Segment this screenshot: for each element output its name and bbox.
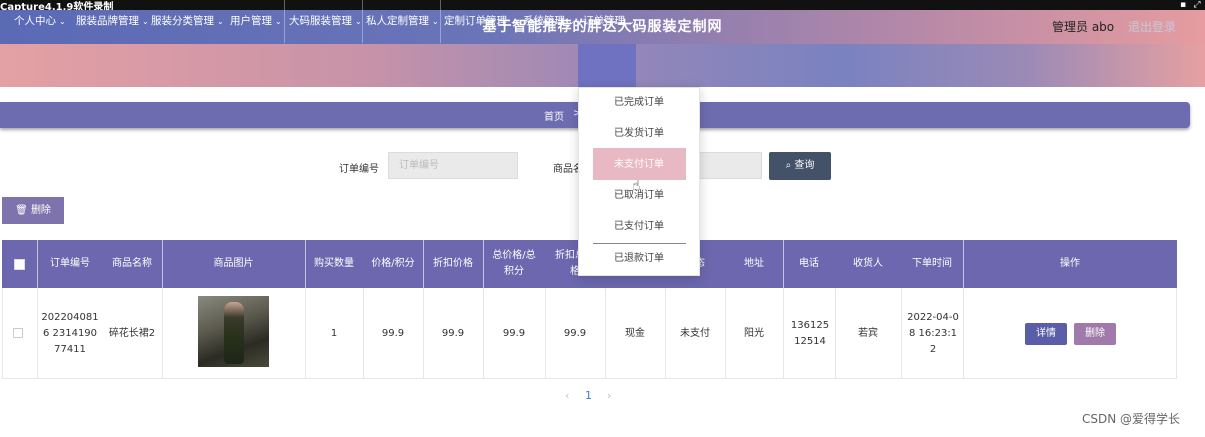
column-divider (423, 240, 424, 288)
nav-label: 个人中心 (14, 15, 56, 27)
menu-item-paid-orders[interactable]: 已支付订单 (579, 214, 699, 240)
chevron-down-icon: ⌄ (59, 17, 66, 26)
detail-button[interactable]: 详情 (1025, 323, 1067, 345)
menu-item-completed-orders[interactable]: 已完成订单 (579, 90, 699, 116)
menu-divider (593, 243, 686, 244)
next-page-button[interactable]: › (607, 389, 611, 402)
nav-user-mgmt[interactable]: 用户管理 ⌄ (230, 0, 282, 43)
column-header[interactable]: 商品名称 (102, 240, 162, 288)
cell-order-time: 2022-04-08 16:23:12 (907, 311, 959, 355)
cell-total: 99.9 (502, 327, 526, 339)
column-divider (305, 240, 306, 288)
cell-divider (901, 288, 902, 379)
nav-system-mgmt[interactable]: 系统管理 ⌄ (523, 0, 575, 43)
cell-phone: 13612512514 (790, 319, 830, 347)
column-header[interactable]: 收货人 (835, 240, 901, 288)
column-divider (963, 240, 964, 288)
column-header[interactable]: 下单时间 (901, 240, 963, 288)
nav-divider (440, 0, 441, 43)
nav-divider (284, 0, 285, 43)
order-no-label: 订单编号 (339, 164, 379, 175)
expand-icon[interactable]: ⤢ (1192, 0, 1202, 10)
page-number[interactable]: 1 (585, 389, 592, 402)
nav-order-mgmt[interactable]: 订单管理 ⌄ (583, 0, 635, 43)
bulk-delete-button[interactable]: 🗑 删除 (2, 197, 64, 224)
column-header[interactable]: 折扣价格 (423, 240, 483, 288)
chevron-down-icon: ⌄ (217, 17, 224, 26)
nav-label: 用户管理 (230, 15, 272, 27)
nav-divider (362, 0, 363, 43)
search-button-label: 查询 (794, 160, 815, 171)
nav-plus-size-mgmt[interactable]: 大码服装管理 ⌄ (289, 0, 362, 43)
user-label: 管理员 abo (1052, 20, 1115, 34)
column-divider (783, 240, 784, 288)
nav-label: 大码服装管理 (289, 15, 352, 27)
cell-divider (963, 288, 964, 379)
menu-item-shipped-orders[interactable]: 已发货订单 (579, 121, 699, 147)
column-header[interactable]: 订单编号 (38, 240, 102, 288)
nav-personal-center[interactable]: 个人中心 ⌄ (14, 0, 66, 43)
pointer-cursor-icon: ☝ (632, 178, 641, 194)
cell-product-name: 碎花长裙2 (108, 327, 156, 339)
cell-price: 99.9 (381, 327, 405, 339)
cell-order-no: 2022040816 231419077411 (41, 311, 99, 355)
nav-label: 订单管理 (583, 15, 625, 27)
nav-custom-order-mgmt[interactable]: 定制订单管理 ⌄ (444, 0, 517, 43)
bulk-delete-label: 删除 (30, 205, 51, 216)
column-divider (162, 240, 163, 288)
cell-divider (37, 288, 38, 379)
column-header[interactable]: 操作 (963, 240, 1177, 288)
cell-divider (783, 288, 784, 379)
nav-label: 服装品牌管理 (76, 15, 139, 27)
nav-category-mgmt[interactable]: 服装分类管理 ⌄ (151, 0, 224, 43)
menu-item-refunded-orders[interactable]: 已退款订单 (579, 246, 699, 272)
column-header[interactable]: 总价格/总积分 (483, 240, 545, 288)
row-delete-button[interactable]: 删除 (1074, 323, 1116, 345)
cell-status: 未支付 (680, 327, 710, 339)
chevron-down-icon: ⌄ (628, 17, 635, 26)
cell-discount-total: 99.9 (563, 327, 587, 339)
trash-icon: 🗑 (15, 205, 31, 216)
column-divider (483, 240, 484, 288)
search-button[interactable]: ⌕ 查询 (769, 152, 831, 180)
chevron-down-icon: ⌄ (432, 17, 439, 26)
nav-brand-mgmt[interactable]: 服装品牌管理 ⌄ (76, 0, 149, 43)
nav-active-highlight (578, 44, 636, 87)
column-header[interactable]: 电话 (783, 240, 835, 288)
column-header[interactable]: 商品图片 (162, 240, 305, 288)
column-header[interactable]: 地址 (725, 240, 783, 288)
prev-page-button[interactable]: ‹ (565, 389, 569, 402)
chevron-down-icon: ⌄ (142, 17, 149, 26)
column-divider (37, 240, 38, 288)
nav-label: 定制订单管理 (444, 15, 507, 27)
nav-label: 系统管理 (523, 15, 565, 27)
minimize-icon[interactable]: ▪ (1178, 0, 1188, 10)
cell-discount-price: 99.9 (441, 327, 465, 339)
chevron-down-icon: ⌄ (355, 17, 362, 26)
column-header[interactable]: 购买数量 (305, 240, 363, 288)
chevron-down-icon: ⌄ (275, 17, 282, 26)
breadcrumb-home[interactable]: 首页 (544, 108, 564, 123)
nav-label: 私人定制管理 (366, 15, 429, 27)
order-no-input[interactable]: 订单编号 (388, 152, 518, 179)
watermark: CSDN @爱得学长 (1082, 412, 1181, 426)
column-header[interactable]: 价格/积分 (363, 240, 423, 288)
chevron-down-icon: ⌄ (510, 17, 517, 26)
product-image-figure (224, 302, 244, 364)
nav-label: 服装分类管理 (151, 15, 214, 27)
cell-divider (162, 288, 163, 379)
product-image (198, 296, 269, 367)
menu-item-unpaid-orders[interactable]: 未支付订单 (579, 152, 699, 178)
chevron-down-icon: ⌄ (568, 17, 575, 26)
logout-link[interactable]: 退出登录 (1128, 18, 1176, 35)
nav-private-custom-mgmt[interactable]: 私人定制管理 ⌄ (366, 0, 439, 43)
select-all-checkbox[interactable] (14, 259, 25, 270)
cell-receiver: 若宾 (858, 327, 878, 339)
cell-address: 阳光 (744, 327, 764, 339)
row-checkbox[interactable] (13, 328, 23, 338)
cell-quantity: 1 (330, 327, 338, 339)
cell-pay-type: 现金 (625, 327, 645, 339)
